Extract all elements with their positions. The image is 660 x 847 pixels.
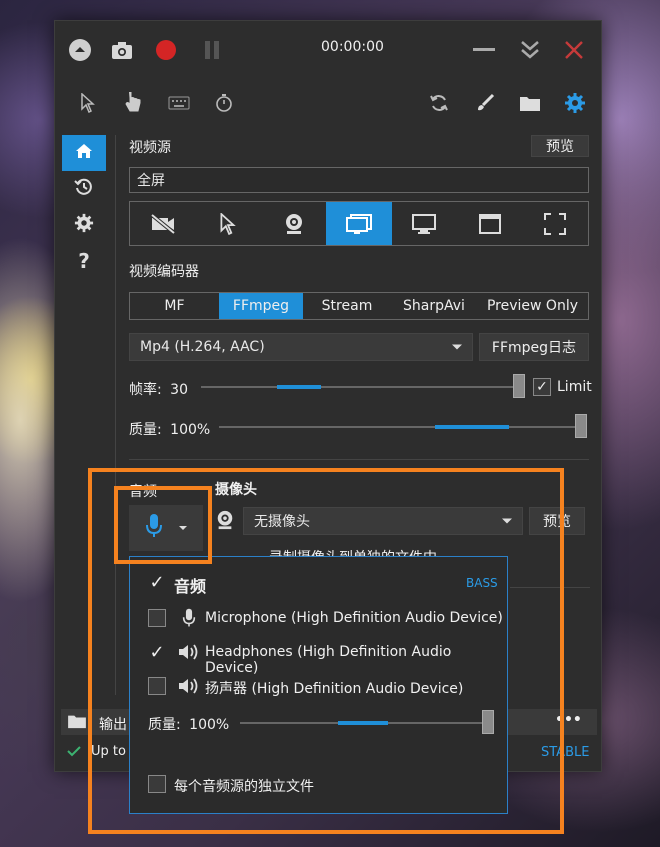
tab-sharpavi[interactable]: SharpAvi [391,293,477,319]
encoder-tabs: MF FFmpeg Stream SharpAvi Preview Only [129,292,589,320]
format-value: Mp4 (H.264, AAC) [140,339,265,355]
video-source-preview-button[interactable]: 预览 [531,135,589,157]
video-source-label: 视频源 [129,140,171,156]
collapse-icon[interactable] [67,37,93,63]
fps-label: 帧率: 30 [129,379,188,399]
format-dropdown[interactable]: Mp4 (H.264, AAC) [129,333,473,361]
camera-icon[interactable] [109,37,135,63]
fullscreen-icon[interactable] [523,202,588,245]
fps-value: 30 [170,382,188,398]
limit-checkbox[interactable]: ✓ [533,378,551,396]
video-quality-label-text: 质量: [129,422,162,438]
fps-slider-fill [277,385,321,389]
screen-icon[interactable] [326,202,392,245]
record-icon[interactable] [153,37,179,63]
sidebar-item-settings[interactable] [62,207,106,243]
home-icon [74,141,94,165]
sidebar-item-history[interactable] [62,171,106,207]
fps-slider-thumb[interactable] [513,374,525,398]
recording-timer: 00:00:00 [321,39,384,55]
chevrons-down-icon[interactable] [515,35,545,65]
highlight-box-audio-button [114,486,212,564]
video-source-selector [129,201,589,246]
gear-icon [74,213,94,237]
monitor-icon[interactable] [392,202,457,245]
webcam-icon[interactable] [261,202,326,245]
video-quality-value: 100% [170,422,211,438]
limit-label: Limit [557,379,592,395]
sidebar-item-help[interactable]: ? [62,243,106,279]
hand-icon[interactable] [121,91,145,115]
fps-label-text: 帧率: [129,382,162,398]
chevron-down-icon [452,344,462,350]
window-icon[interactable] [457,202,522,245]
cursor-region-icon[interactable] [195,202,260,245]
ffmpeg-log-button[interactable]: FFmpeg日志 [479,333,589,361]
folder-icon[interactable] [518,91,542,115]
keyboard-icon[interactable] [167,91,191,115]
video-source-field[interactable]: 全屏 [129,167,589,193]
fps-slider-track[interactable] [201,386,517,388]
folder-icon[interactable] [67,713,87,733]
brush-icon[interactable] [473,91,497,115]
video-quality-slider-track[interactable] [219,426,581,428]
tab-mf[interactable]: MF [130,293,219,319]
sidebar-item-home[interactable] [62,135,106,171]
tab-preview-only[interactable]: Preview Only [477,293,588,319]
stopwatch-icon[interactable] [212,91,236,115]
section-divider [129,459,589,460]
video-quality-slider-thumb[interactable] [575,414,587,438]
close-icon[interactable] [559,35,589,65]
check-icon [67,745,81,761]
tab-stream[interactable]: Stream [303,293,391,319]
tab-ffmpeg[interactable]: FFmpeg [219,293,303,319]
settings-icon[interactable] [563,91,587,115]
minimize-icon[interactable] [469,37,499,63]
video-quality-slider-fill [435,425,509,429]
video-quality-label: 质量: 100% [129,419,210,439]
pause-icon [199,37,225,63]
help-icon: ? [78,249,90,273]
refresh-icon[interactable] [427,91,451,115]
video-encoder-label: 视频编码器 [129,264,199,280]
no-video-icon[interactable] [130,202,195,245]
history-icon [74,177,94,201]
cursor-icon[interactable] [76,91,100,115]
